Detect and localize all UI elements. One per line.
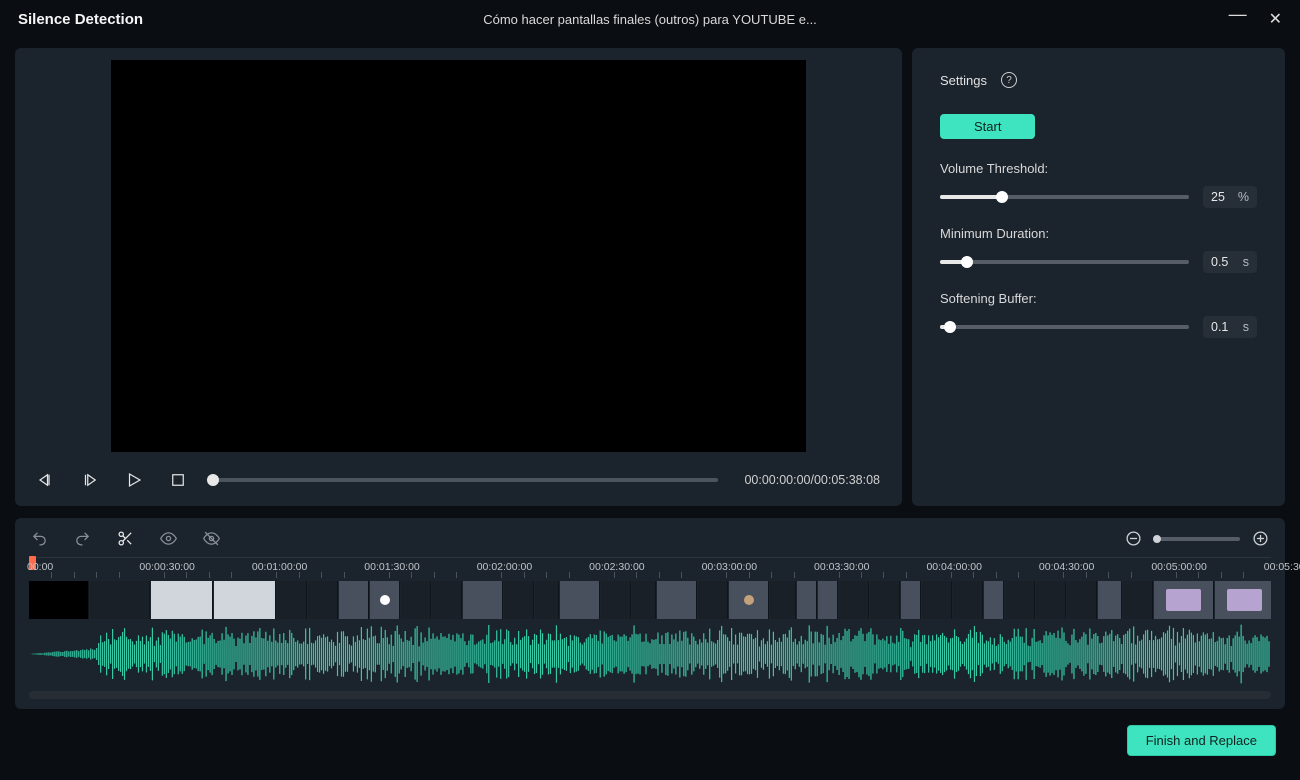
clip-thumb[interactable] (560, 581, 600, 619)
clip-thumb[interactable] (339, 581, 369, 619)
time-ruler[interactable]: 00:0000:00:30:0000:01:00:0000:01:30:0000… (29, 557, 1271, 581)
step-forward-icon[interactable] (81, 471, 99, 489)
clip-thumb[interactable] (151, 581, 213, 619)
video-track[interactable] (29, 581, 1271, 619)
preview-panel: 00:00:00:00/00:05:38:08 (15, 48, 902, 506)
volume-threshold-slider[interactable] (940, 195, 1189, 199)
volume-threshold-value[interactable]: 25 % (1203, 186, 1257, 208)
video-preview[interactable] (111, 60, 806, 452)
settings-panel: Settings ? Start Volume Threshold: 25 % … (912, 48, 1285, 506)
clip-thumb[interactable] (1067, 581, 1097, 619)
clip-thumb[interactable] (1154, 581, 1214, 619)
clip-thumb[interactable] (370, 581, 400, 619)
clip-thumb[interactable] (953, 581, 983, 619)
clip-thumb[interactable] (90, 581, 150, 619)
clip-thumb[interactable] (601, 581, 631, 619)
transport-bar: 00:00:00:00/00:05:38:08 (37, 466, 880, 494)
clip-thumb[interactable] (463, 581, 503, 619)
clip-thumb[interactable] (277, 581, 307, 619)
zoom-in-icon[interactable] (1252, 530, 1269, 547)
eye-icon[interactable] (160, 530, 177, 547)
start-button[interactable]: Start (940, 114, 1035, 139)
clip-thumb[interactable] (797, 581, 817, 619)
clip-thumb[interactable] (839, 581, 869, 619)
help-icon[interactable]: ? (1001, 72, 1017, 88)
zoom-slider[interactable] (1154, 537, 1240, 541)
clip-thumb[interactable] (870, 581, 900, 619)
clip-thumb[interactable] (29, 581, 89, 619)
clip-thumb[interactable] (504, 581, 534, 619)
softening-buffer-slider[interactable] (940, 325, 1189, 329)
clip-thumb[interactable] (729, 581, 769, 619)
clip-thumb[interactable] (432, 581, 462, 619)
clip-thumb[interactable] (818, 581, 838, 619)
scrub-bar[interactable] (213, 478, 718, 482)
clip-thumb[interactable] (1098, 581, 1122, 619)
clip-thumb[interactable] (1215, 581, 1271, 619)
undo-icon[interactable] (31, 530, 48, 547)
finish-and-replace-button[interactable]: Finish and Replace (1127, 725, 1276, 756)
clip-thumb[interactable] (770, 581, 796, 619)
minimize-icon[interactable]: — (1229, 4, 1247, 25)
clip-thumb[interactable] (1036, 581, 1066, 619)
audio-track[interactable] (29, 619, 1271, 689)
minimum-duration-label: Minimum Duration: (940, 226, 1257, 241)
clip-thumb[interactable] (984, 581, 1004, 619)
clip-thumb[interactable] (1123, 581, 1153, 619)
timeline-panel: 00:0000:00:30:0000:01:00:0000:01:30:0000… (15, 518, 1285, 709)
scissors-icon[interactable] (117, 530, 134, 547)
eye-off-icon[interactable] (203, 530, 220, 547)
clip-thumb[interactable] (308, 581, 338, 619)
app-title: Silence Detection (18, 11, 143, 28)
clip-thumb[interactable] (401, 581, 431, 619)
clip-thumb[interactable] (698, 581, 728, 619)
clip-thumb[interactable] (632, 581, 656, 619)
softening-buffer-value[interactable]: 0.1 s (1203, 316, 1257, 338)
stop-icon[interactable] (169, 471, 187, 489)
document-title: Cómo hacer pantallas finales (outros) pa… (483, 12, 817, 27)
clip-thumb[interactable] (657, 581, 697, 619)
clip-thumb[interactable] (535, 581, 559, 619)
clip-thumb[interactable] (901, 581, 921, 619)
clip-thumb[interactable] (1005, 581, 1035, 619)
softening-buffer-label: Softening Buffer: (940, 291, 1257, 306)
settings-heading: Settings (940, 73, 987, 88)
ruler-label: 00:00 (27, 561, 53, 573)
ruler-label: 00:05:30:00 (1264, 561, 1300, 573)
close-icon[interactable]: ✕ (1269, 9, 1282, 29)
play-icon[interactable] (125, 471, 143, 489)
timecode: 00:00:00:00/00:05:38:08 (744, 473, 880, 487)
minimum-duration-value[interactable]: 0.5 s (1203, 251, 1257, 273)
clip-thumb[interactable] (922, 581, 952, 619)
timeline-scrollbar[interactable] (29, 691, 1271, 699)
zoom-out-icon[interactable] (1125, 530, 1142, 547)
redo-icon[interactable] (74, 530, 91, 547)
volume-threshold-label: Volume Threshold: (940, 161, 1257, 176)
title-bar: Silence Detection Cómo hacer pantallas f… (0, 0, 1300, 38)
step-back-icon[interactable] (37, 471, 55, 489)
minimum-duration-slider[interactable] (940, 260, 1189, 264)
clip-thumb[interactable] (214, 581, 276, 619)
timeline-toolbar (29, 528, 1271, 557)
